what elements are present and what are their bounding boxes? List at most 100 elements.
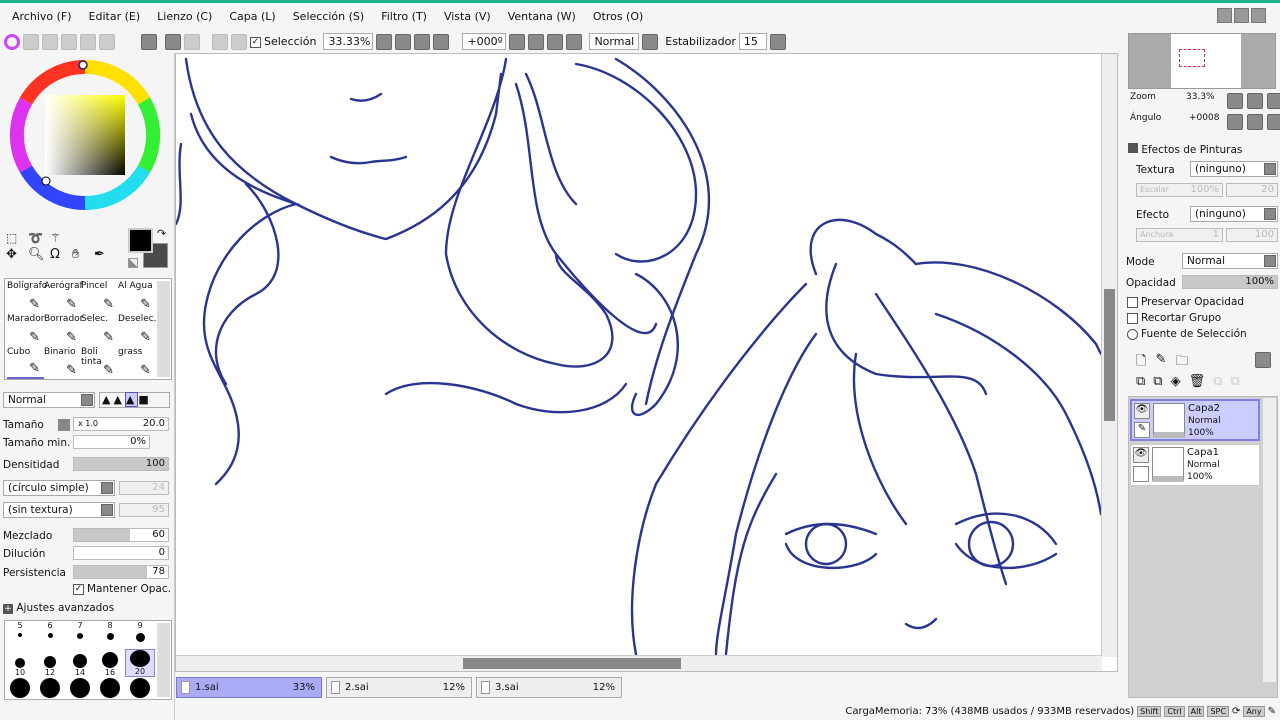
min-size-slider[interactable]: 0% bbox=[73, 435, 150, 449]
merge-down-icon[interactable]: ⧉ bbox=[1136, 374, 1145, 389]
brush-shape-select[interactable]: (círculo simple) bbox=[3, 480, 115, 496]
nav-angle-value[interactable]: +0008 bbox=[1189, 113, 1219, 123]
tool-cubo[interactable]: Cubo ✎ bbox=[7, 347, 44, 379]
zoom-select[interactable]: 33.33% bbox=[323, 33, 374, 50]
mixer-tab-icon[interactable] bbox=[61, 33, 77, 50]
zoom-dropdown-icon[interactable] bbox=[376, 33, 393, 50]
nav-rotate-left-icon[interactable] bbox=[1227, 114, 1243, 130]
transfer-icon[interactable]: ⧉ bbox=[1213, 374, 1222, 389]
nav-rotate-reset-icon[interactable] bbox=[1267, 114, 1280, 130]
brush-size-12[interactable]: 12 bbox=[35, 649, 65, 677]
color-wheel[interactable] bbox=[8, 58, 163, 213]
rect-select-icon[interactable]: ⬚ bbox=[6, 231, 26, 245]
hsv-slider-tab-icon[interactable] bbox=[42, 33, 58, 50]
menu-vista[interactable]: Vista (V) bbox=[444, 10, 491, 23]
stabilizer-dropdown-icon[interactable] bbox=[769, 33, 786, 50]
document-tab[interactable]: 1.sai 33% bbox=[176, 677, 322, 698]
effect-width-slider[interactable]: Anchura 1 bbox=[1136, 228, 1223, 242]
brush-size-dot[interactable] bbox=[5, 677, 35, 699]
texture-select[interactable]: (ninguno) bbox=[1190, 161, 1278, 177]
edit-pen-icon[interactable]: ✎ bbox=[1134, 422, 1150, 438]
size-dropdown-icon[interactable] bbox=[58, 419, 70, 431]
brush-size-20[interactable]: 20 bbox=[125, 649, 155, 677]
brush-blend-mode-select[interactable]: Normal bbox=[3, 392, 95, 408]
brush-size-16[interactable]: 16 bbox=[95, 649, 125, 677]
primary-color-swatch[interactable] bbox=[128, 228, 153, 253]
navigator-preview[interactable] bbox=[1128, 33, 1276, 89]
menu-ventana[interactable]: Ventana (W) bbox=[508, 10, 576, 23]
visibility-eye-icon[interactable]: 👁︎ bbox=[1133, 447, 1149, 463]
tool-binario[interactable]: Binario ✎ bbox=[44, 347, 81, 379]
lock-slot[interactable] bbox=[1133, 466, 1149, 482]
new-folder-icon[interactable]: 🗀 bbox=[1175, 352, 1188, 374]
brush-size-dot[interactable] bbox=[125, 677, 155, 699]
layer-item[interactable]: 👁︎ Capa1 Normal 100% bbox=[1130, 444, 1260, 486]
eyedropper-icon[interactable]: ✒ bbox=[94, 247, 114, 262]
maximize-button[interactable] bbox=[1234, 8, 1249, 23]
new-linework-layer-icon[interactable]: ✎ bbox=[1155, 352, 1166, 374]
dilution-slider[interactable]: 0 bbox=[73, 546, 169, 560]
menu-lienzo[interactable]: Lienzo (C) bbox=[157, 10, 212, 23]
swap-colors-icon[interactable]: ↷ bbox=[157, 227, 166, 240]
flip-icon[interactable] bbox=[642, 33, 659, 50]
brush-edge-shapes[interactable]: ▲▲▲■ bbox=[99, 392, 170, 408]
size-slider[interactable]: x 1.0 20.0 bbox=[73, 417, 169, 431]
color-wheel-tab-icon[interactable] bbox=[4, 33, 20, 50]
keep-opacity-checkbox[interactable]: ✓ Mantener Opac. bbox=[73, 583, 171, 595]
clear-layer-icon[interactable]: ◈ bbox=[1171, 374, 1181, 389]
deselect-icon[interactable] bbox=[212, 33, 228, 50]
brush-shape-slider[interactable]: 24 bbox=[119, 481, 169, 495]
selection-toggle[interactable]: ✓ Selección bbox=[250, 35, 316, 48]
menu-filtro[interactable]: Filtro (T) bbox=[381, 10, 427, 23]
brush-texture-select[interactable]: (sin textura) bbox=[3, 502, 115, 518]
new-layer-icon[interactable]: 🗋 bbox=[1136, 352, 1146, 374]
vertical-scrollbar[interactable] bbox=[1101, 54, 1117, 657]
effect-strength-slider[interactable]: 100 bbox=[1226, 228, 1278, 242]
brush-size-14[interactable]: 14 bbox=[65, 649, 95, 677]
tool-deselec-[interactable]: Deselec. ✎ bbox=[118, 314, 157, 346]
layer-mode-select[interactable]: Normal bbox=[1182, 253, 1278, 269]
tool-scrollbar[interactable] bbox=[157, 281, 170, 377]
nav-rotate-right-icon[interactable] bbox=[1247, 114, 1263, 130]
brush-size-scrollbar[interactable] bbox=[157, 623, 170, 697]
blend-slider[interactable]: 60 bbox=[73, 528, 169, 542]
merge-selection-icon[interactable]: ⧉ bbox=[1153, 374, 1162, 389]
transparent-color-icon[interactable] bbox=[128, 258, 138, 268]
brush-size-dot[interactable] bbox=[35, 677, 65, 699]
brush-size-dot[interactable] bbox=[95, 677, 125, 699]
clip-group-checkbox[interactable]: Recortar Grupo bbox=[1127, 312, 1221, 324]
texture-scale-slider[interactable]: Escalar 100% bbox=[1136, 183, 1223, 197]
nav-zoom-reset-icon[interactable] bbox=[1267, 93, 1280, 109]
menu-editar[interactable]: Editar (E) bbox=[89, 10, 141, 23]
brush-texture-slider[interactable]: 95 bbox=[119, 503, 169, 517]
layer-mask-icon[interactable] bbox=[1255, 352, 1271, 368]
stabilizer-select[interactable]: 15 bbox=[738, 33, 767, 50]
move-icon[interactable]: ✥ bbox=[6, 247, 26, 262]
persistence-slider[interactable]: 78 bbox=[73, 565, 169, 579]
zoom-tool-icon[interactable]: 🔍︎ bbox=[28, 247, 48, 262]
rotate-reset-icon[interactable] bbox=[566, 33, 583, 50]
brush-size-6[interactable]: 6 bbox=[35, 621, 65, 649]
brush-size-9[interactable]: 9 bbox=[125, 621, 155, 649]
document-tab[interactable]: 2.sai 12% bbox=[326, 677, 472, 698]
redo-icon[interactable] bbox=[184, 33, 200, 50]
menu-archivo[interactable]: Archivo (F) bbox=[12, 10, 72, 23]
lasso-icon[interactable]: ➰ bbox=[28, 231, 48, 245]
menu-seleccion[interactable]: Selección (S) bbox=[293, 10, 365, 23]
brush-size-8[interactable]: 8 bbox=[95, 621, 125, 649]
blend-mode-select[interactable]: Normal bbox=[589, 33, 640, 50]
layer-item[interactable]: 👁︎ ✎ Capa2 Normal 100% bbox=[1130, 399, 1260, 441]
delete-layer-icon[interactable]: 🗑 bbox=[1189, 374, 1206, 389]
tool-al-agua[interactable]: Al Agua ✎ bbox=[118, 281, 155, 313]
menu-capa[interactable]: Capa (L) bbox=[229, 10, 275, 23]
rotate-tool-icon[interactable]: Ω bbox=[50, 247, 70, 262]
tool-borrador[interactable]: Borrador ✎ bbox=[44, 314, 83, 346]
minimize-button[interactable] bbox=[1217, 8, 1232, 23]
tool-boli-tinta[interactable]: Boli tinta ✎ bbox=[81, 347, 118, 379]
hand-icon[interactable]: ✋︎ bbox=[72, 247, 92, 262]
tool-marador[interactable]: Marador ✎ bbox=[7, 314, 44, 346]
brush-size-7[interactable]: 7 bbox=[65, 621, 95, 649]
density-slider[interactable]: 100 bbox=[73, 457, 169, 471]
visibility-eye-icon[interactable]: 👁︎ bbox=[1134, 403, 1150, 419]
paint-effects-toggle[interactable]: Efectos de Pinturas bbox=[1128, 143, 1242, 156]
